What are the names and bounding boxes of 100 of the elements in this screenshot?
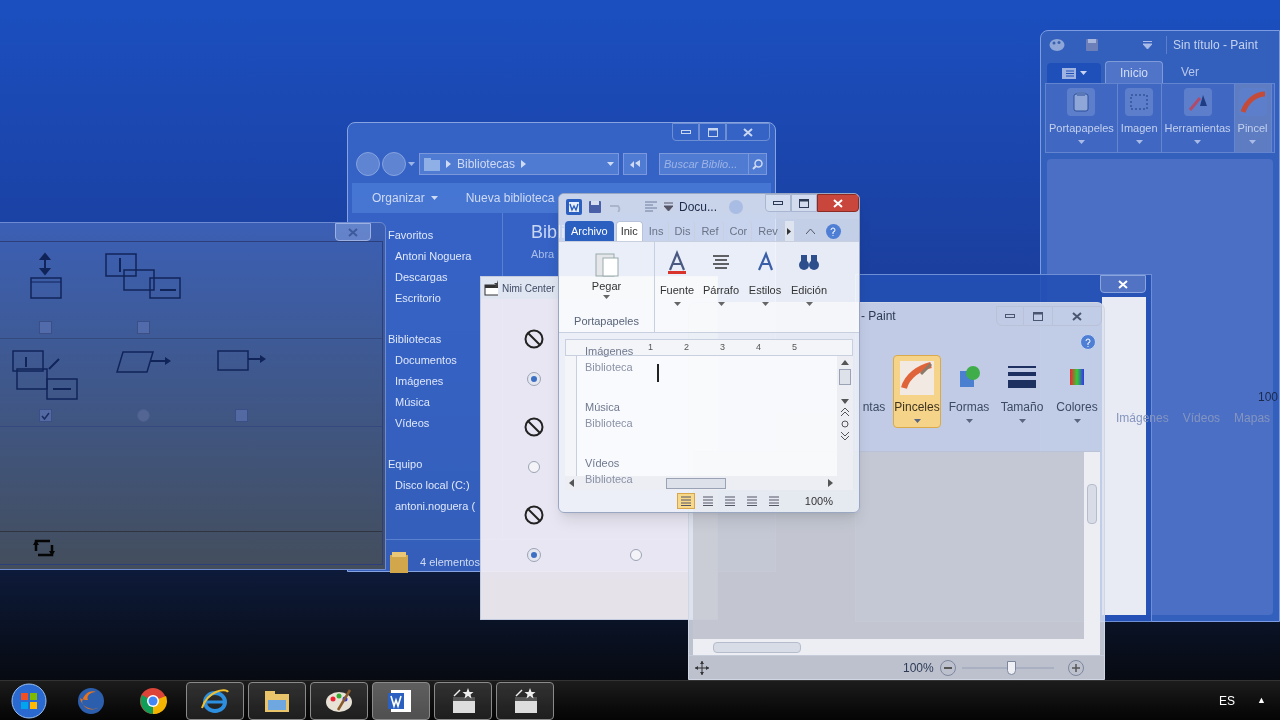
window-star-icon xyxy=(484,280,498,296)
word-icon xyxy=(566,198,582,215)
zoom-slider[interactable] xyxy=(961,660,1054,675)
close-button[interactable] xyxy=(1052,306,1102,326)
ribbon-tab[interactable]: Ref xyxy=(697,221,724,241)
ribbon-tab[interactable]: Archivo xyxy=(565,221,614,241)
scroll-thumb[interactable] xyxy=(713,641,801,653)
search-button[interactable] xyxy=(749,153,767,175)
show-hidden-icons-button[interactable]: ▲ xyxy=(1257,693,1266,708)
ribbon-button[interactable]: Edición xyxy=(787,242,831,306)
scroll-thumb[interactable] xyxy=(1087,484,1097,524)
minimize-icon xyxy=(680,130,691,134)
minimize-button[interactable] xyxy=(672,123,699,141)
close-button[interactable] xyxy=(1100,275,1146,293)
ribbon-tab[interactable]: Dis xyxy=(670,221,696,241)
ribbon-button[interactable]: ntas xyxy=(861,355,887,421)
radio-button[interactable] xyxy=(630,549,642,561)
library-name[interactable]: Imágenes xyxy=(585,343,634,359)
caret-icon xyxy=(761,301,769,306)
caret-icon xyxy=(1135,139,1143,144)
minus-icon xyxy=(943,666,952,669)
ribbon-button[interactable]: Estilos xyxy=(743,242,787,306)
caret-icon xyxy=(1249,139,1257,144)
customize-icon xyxy=(1143,41,1152,49)
ribbon-button[interactable]: Pinceles xyxy=(893,355,941,428)
chrome-icon xyxy=(138,685,168,716)
library-name[interactable]: Música xyxy=(585,399,634,415)
library-name[interactable]: Vídeos xyxy=(585,455,634,471)
window-title: Sin título - Paint xyxy=(1166,36,1258,54)
checkbox[interactable] xyxy=(234,409,248,422)
scroll-thumb[interactable] xyxy=(839,369,851,385)
toolbar-button[interactable]: Organizar xyxy=(372,189,438,207)
app-menu-button[interactable] xyxy=(1047,63,1101,83)
sidebar-header[interactable]: Equipo xyxy=(388,456,423,477)
sidebar-header[interactable]: Bibliotecas xyxy=(388,331,442,352)
minimize-button[interactable] xyxy=(996,306,1024,326)
sidebar-item[interactable]: Música xyxy=(395,394,430,415)
sidebar-item[interactable]: antoni.noguera ( xyxy=(395,498,476,519)
sidebar-header[interactable]: Favoritos xyxy=(388,227,434,248)
toolbar-button[interactable]: Nueva biblioteca xyxy=(465,189,555,207)
sidebar-item[interactable]: Descargas xyxy=(395,269,448,290)
scrollbar[interactable] xyxy=(565,476,853,490)
refresh-button[interactable] xyxy=(623,153,647,175)
sidebar-item[interactable]: Documentos xyxy=(395,352,457,373)
draft-view-icon xyxy=(767,496,780,506)
ribbon-button[interactable]: Colores xyxy=(1053,355,1101,428)
minimize-button[interactable] xyxy=(765,194,791,212)
forward-button[interactable] xyxy=(382,152,406,176)
maximize-button[interactable] xyxy=(791,194,817,212)
language-indicator[interactable]: ES xyxy=(1219,691,1236,710)
taskbar-button[interactable] xyxy=(496,681,554,720)
checkbox[interactable] xyxy=(136,321,150,334)
checkbox[interactable] xyxy=(38,321,52,334)
help-button[interactable] xyxy=(1080,334,1096,350)
scrollbar[interactable] xyxy=(1084,452,1100,639)
taskbar-button[interactable] xyxy=(248,681,306,720)
taskbar-button[interactable] xyxy=(434,681,492,720)
slider-thumb[interactable] xyxy=(1007,660,1017,675)
ribbon-tab[interactable]: Rev xyxy=(754,221,783,241)
view-button[interactable] xyxy=(676,493,695,509)
caret-icon xyxy=(717,301,725,306)
tab-scroll-button[interactable] xyxy=(784,221,794,241)
paste-button[interactable]: Pegar xyxy=(586,248,627,299)
group-label: Pincel xyxy=(1237,121,1268,136)
sidebar-item[interactable]: Vídeos xyxy=(395,415,430,436)
scroll-thumb[interactable] xyxy=(666,477,726,489)
search-field[interactable]: Buscar Biblio... xyxy=(659,153,749,175)
ribbon-tab[interactable]: Ver xyxy=(1167,61,1214,83)
taskbar-button[interactable] xyxy=(310,681,368,720)
back-button[interactable] xyxy=(356,152,380,176)
scrollbar[interactable] xyxy=(837,356,853,476)
taskbar-button[interactable] xyxy=(372,681,430,720)
close-button[interactable] xyxy=(817,194,859,212)
maximize-button[interactable] xyxy=(1024,306,1052,326)
ribbon-button[interactable]: Tamaño xyxy=(997,355,1047,428)
radio-button[interactable] xyxy=(528,461,540,473)
ribbon-tab[interactable]: Inicio xyxy=(1105,61,1163,83)
scrollbar[interactable] xyxy=(693,639,1100,655)
checkbox[interactable] xyxy=(38,409,52,422)
sidebar-item[interactable]: Escritorio xyxy=(395,290,441,311)
ribbon-tab[interactable]: Cor xyxy=(725,221,753,241)
sidebar-item[interactable]: Imágenes xyxy=(395,373,444,394)
close-button[interactable] xyxy=(726,123,770,141)
ribbon-tab[interactable]: Inic xyxy=(615,221,643,241)
group-label: Imagen xyxy=(1120,121,1158,136)
taskbar-button[interactable] xyxy=(186,681,244,720)
sidebar-item[interactable]: Disco local (C:) xyxy=(395,477,470,498)
ribbon-button[interactable]: Párrafo xyxy=(699,242,743,306)
maximize-button[interactable] xyxy=(699,123,726,141)
maximize-icon xyxy=(799,198,809,208)
close-icon xyxy=(833,198,843,208)
help-button[interactable] xyxy=(825,224,841,239)
ribbon-button[interactable]: Fuente xyxy=(655,242,699,306)
print-layout-icon xyxy=(679,496,692,506)
ribbon-button[interactable]: Formas xyxy=(947,355,991,428)
scroll-down-icon xyxy=(841,399,849,404)
address-bar[interactable]: Bibliotecas xyxy=(419,153,619,175)
scroll-up-icon xyxy=(841,360,849,365)
ribbon-tab[interactable]: Ins xyxy=(644,221,669,241)
sidebar-item[interactable]: Antoni Noguera xyxy=(395,248,472,269)
